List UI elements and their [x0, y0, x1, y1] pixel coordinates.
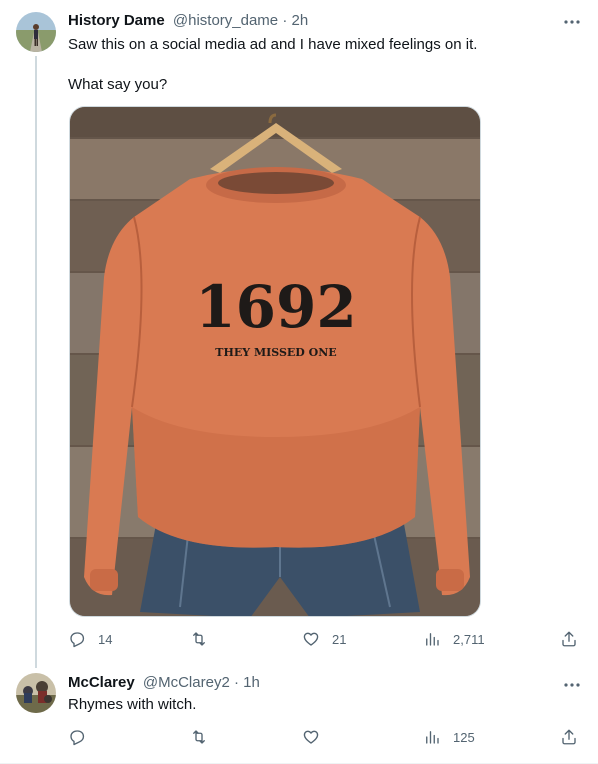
reply-icon — [70, 730, 85, 746]
retweet-icon — [193, 632, 205, 646]
display-name[interactable]: McClarey — [68, 674, 135, 691]
share-icon — [562, 729, 576, 745]
retweet-button[interactable] — [190, 727, 220, 747]
views-count: 125 — [453, 729, 475, 745]
handle[interactable]: @history_dame — [173, 12, 278, 29]
reply-button[interactable]: 14 — [68, 629, 112, 649]
reply-count: 14 — [98, 631, 113, 647]
avatar[interactable] — [16, 673, 56, 713]
tweet-text: Saw this on a social media ad and I have… — [68, 36, 478, 53]
handle[interactable]: @McClarey2 — [143, 674, 230, 691]
retweet-icon — [193, 730, 205, 744]
views-icon — [426, 731, 439, 744]
views-icon — [426, 633, 439, 646]
sweatshirt-print-caption: THEY MISSED ONE — [215, 346, 336, 359]
like-button[interactable]: 21 — [302, 629, 346, 649]
reply-tweet[interactable]: McClarey @McClarey2 · 1h Rhymes with wit… — [0, 664, 598, 764]
separator-dot: · — [282, 12, 288, 29]
display-name[interactable]: History Dame — [68, 12, 165, 29]
tweet-header: History Dame @history_dame · 2h — [68, 11, 308, 31]
reply-icon — [70, 632, 85, 648]
share-button[interactable] — [560, 629, 578, 649]
views-count: 2,711 — [453, 631, 485, 647]
like-count: 21 — [332, 631, 347, 647]
thread-line — [35, 56, 37, 668]
tweet-actions: 14 21 2,711 — [68, 629, 582, 649]
tweet-header: McClarey @McClarey2 · 1h — [68, 673, 260, 693]
avatar[interactable] — [16, 12, 56, 52]
like-button[interactable] — [302, 727, 332, 747]
timestamp[interactable]: 2h — [292, 12, 309, 29]
more-icon[interactable] — [562, 675, 582, 695]
sweatshirt-print-number: 1692 — [195, 273, 356, 341]
share-icon — [562, 631, 576, 647]
timestamp[interactable]: 1h — [243, 674, 260, 691]
tweet-text-continued: What say you? — [68, 76, 168, 93]
tweet-text: Rhymes with witch. — [68, 696, 197, 713]
reply-button[interactable] — [68, 727, 98, 747]
share-button[interactable] — [560, 727, 578, 747]
separator-dot: · — [233, 674, 239, 691]
tweet[interactable]: History Dame @history_dame · 2h Saw this… — [0, 0, 598, 668]
more-icon[interactable] — [562, 12, 582, 32]
like-icon — [303, 730, 319, 744]
views-button[interactable]: 125 — [423, 727, 475, 747]
tweet-media-image[interactable]: 1692 THEY MISSED ONE — [69, 106, 481, 617]
views-button[interactable]: 2,711 — [423, 629, 485, 649]
retweet-button[interactable] — [190, 629, 220, 649]
tweet-actions: 125 — [68, 727, 582, 747]
like-icon — [303, 632, 319, 646]
